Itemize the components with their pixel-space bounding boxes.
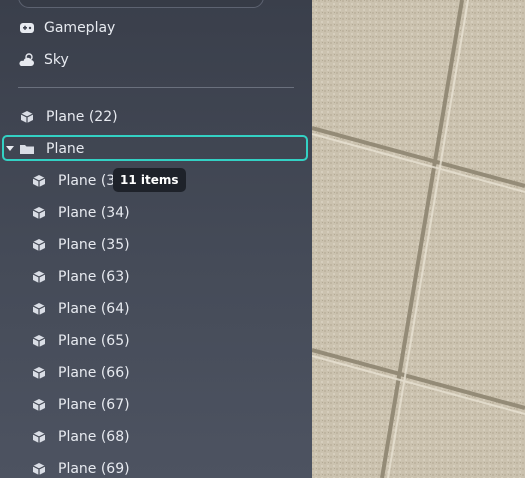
tree-child-item[interactable]: Plane (68) [30,423,130,451]
tree-child-label: Plane (63) [58,269,130,285]
tree-child-item[interactable]: Plane (35) [30,231,130,259]
tree-child-label: Plane (66) [58,365,130,381]
cube-icon [30,236,48,254]
search-field[interactable] [18,0,264,8]
gameplay-item[interactable]: Gameplay [18,14,115,42]
tree-child-label: Plane (69) [58,461,130,477]
cube-icon [30,364,48,382]
section-divider [18,87,294,88]
tree-child-item[interactable]: Plane (66) [30,359,130,387]
folder-icon [18,140,36,158]
cube-icon [30,332,48,350]
caret-down-icon[interactable] [6,146,14,151]
cube-icon [30,268,48,286]
tooltip: 11 items [113,168,186,192]
tree-item-root[interactable]: Plane (22) [18,103,118,131]
gamepad-icon [18,19,36,37]
tree-child-item[interactable]: Plane (67) [30,391,130,419]
tree-child-label: Plane (67) [58,397,130,413]
sky-label: Sky [44,52,69,68]
tree-child-item[interactable]: Plane (65) [30,327,130,355]
cloud-sun-icon [18,51,36,69]
outliner-panel: Gameplay Sky Plane (22) Plane Plane (32)… [0,0,312,478]
tree-item-root-label: Plane (22) [46,109,118,125]
cube-icon [30,300,48,318]
cube-icon [30,204,48,222]
tree-child-item[interactable]: Plane (63) [30,263,130,291]
sky-item[interactable]: Sky [18,46,69,74]
tree-child-label: Plane (65) [58,333,130,349]
cube-icon [30,460,48,478]
tree-child-label: Plane (35) [58,237,130,253]
cube-icon [18,108,36,126]
scene-viewport[interactable] [312,0,525,478]
tree-child-item[interactable]: Plane (34) [30,199,130,227]
tree-child-item[interactable]: Plane (64) [30,295,130,323]
cube-icon [30,172,48,190]
tree-group-label: Plane [46,141,85,157]
tree-group-plane[interactable]: Plane [18,135,84,163]
cube-icon [30,428,48,446]
cube-icon [30,396,48,414]
tiled-floor-texture [312,0,525,478]
gameplay-label: Gameplay [44,20,116,36]
tree-child-label: Plane (64) [58,301,130,317]
tree-child-label: Plane (68) [58,429,130,445]
tree-child-item[interactable]: Plane (69) [30,455,130,478]
tree-child-label: Plane (34) [58,205,130,221]
